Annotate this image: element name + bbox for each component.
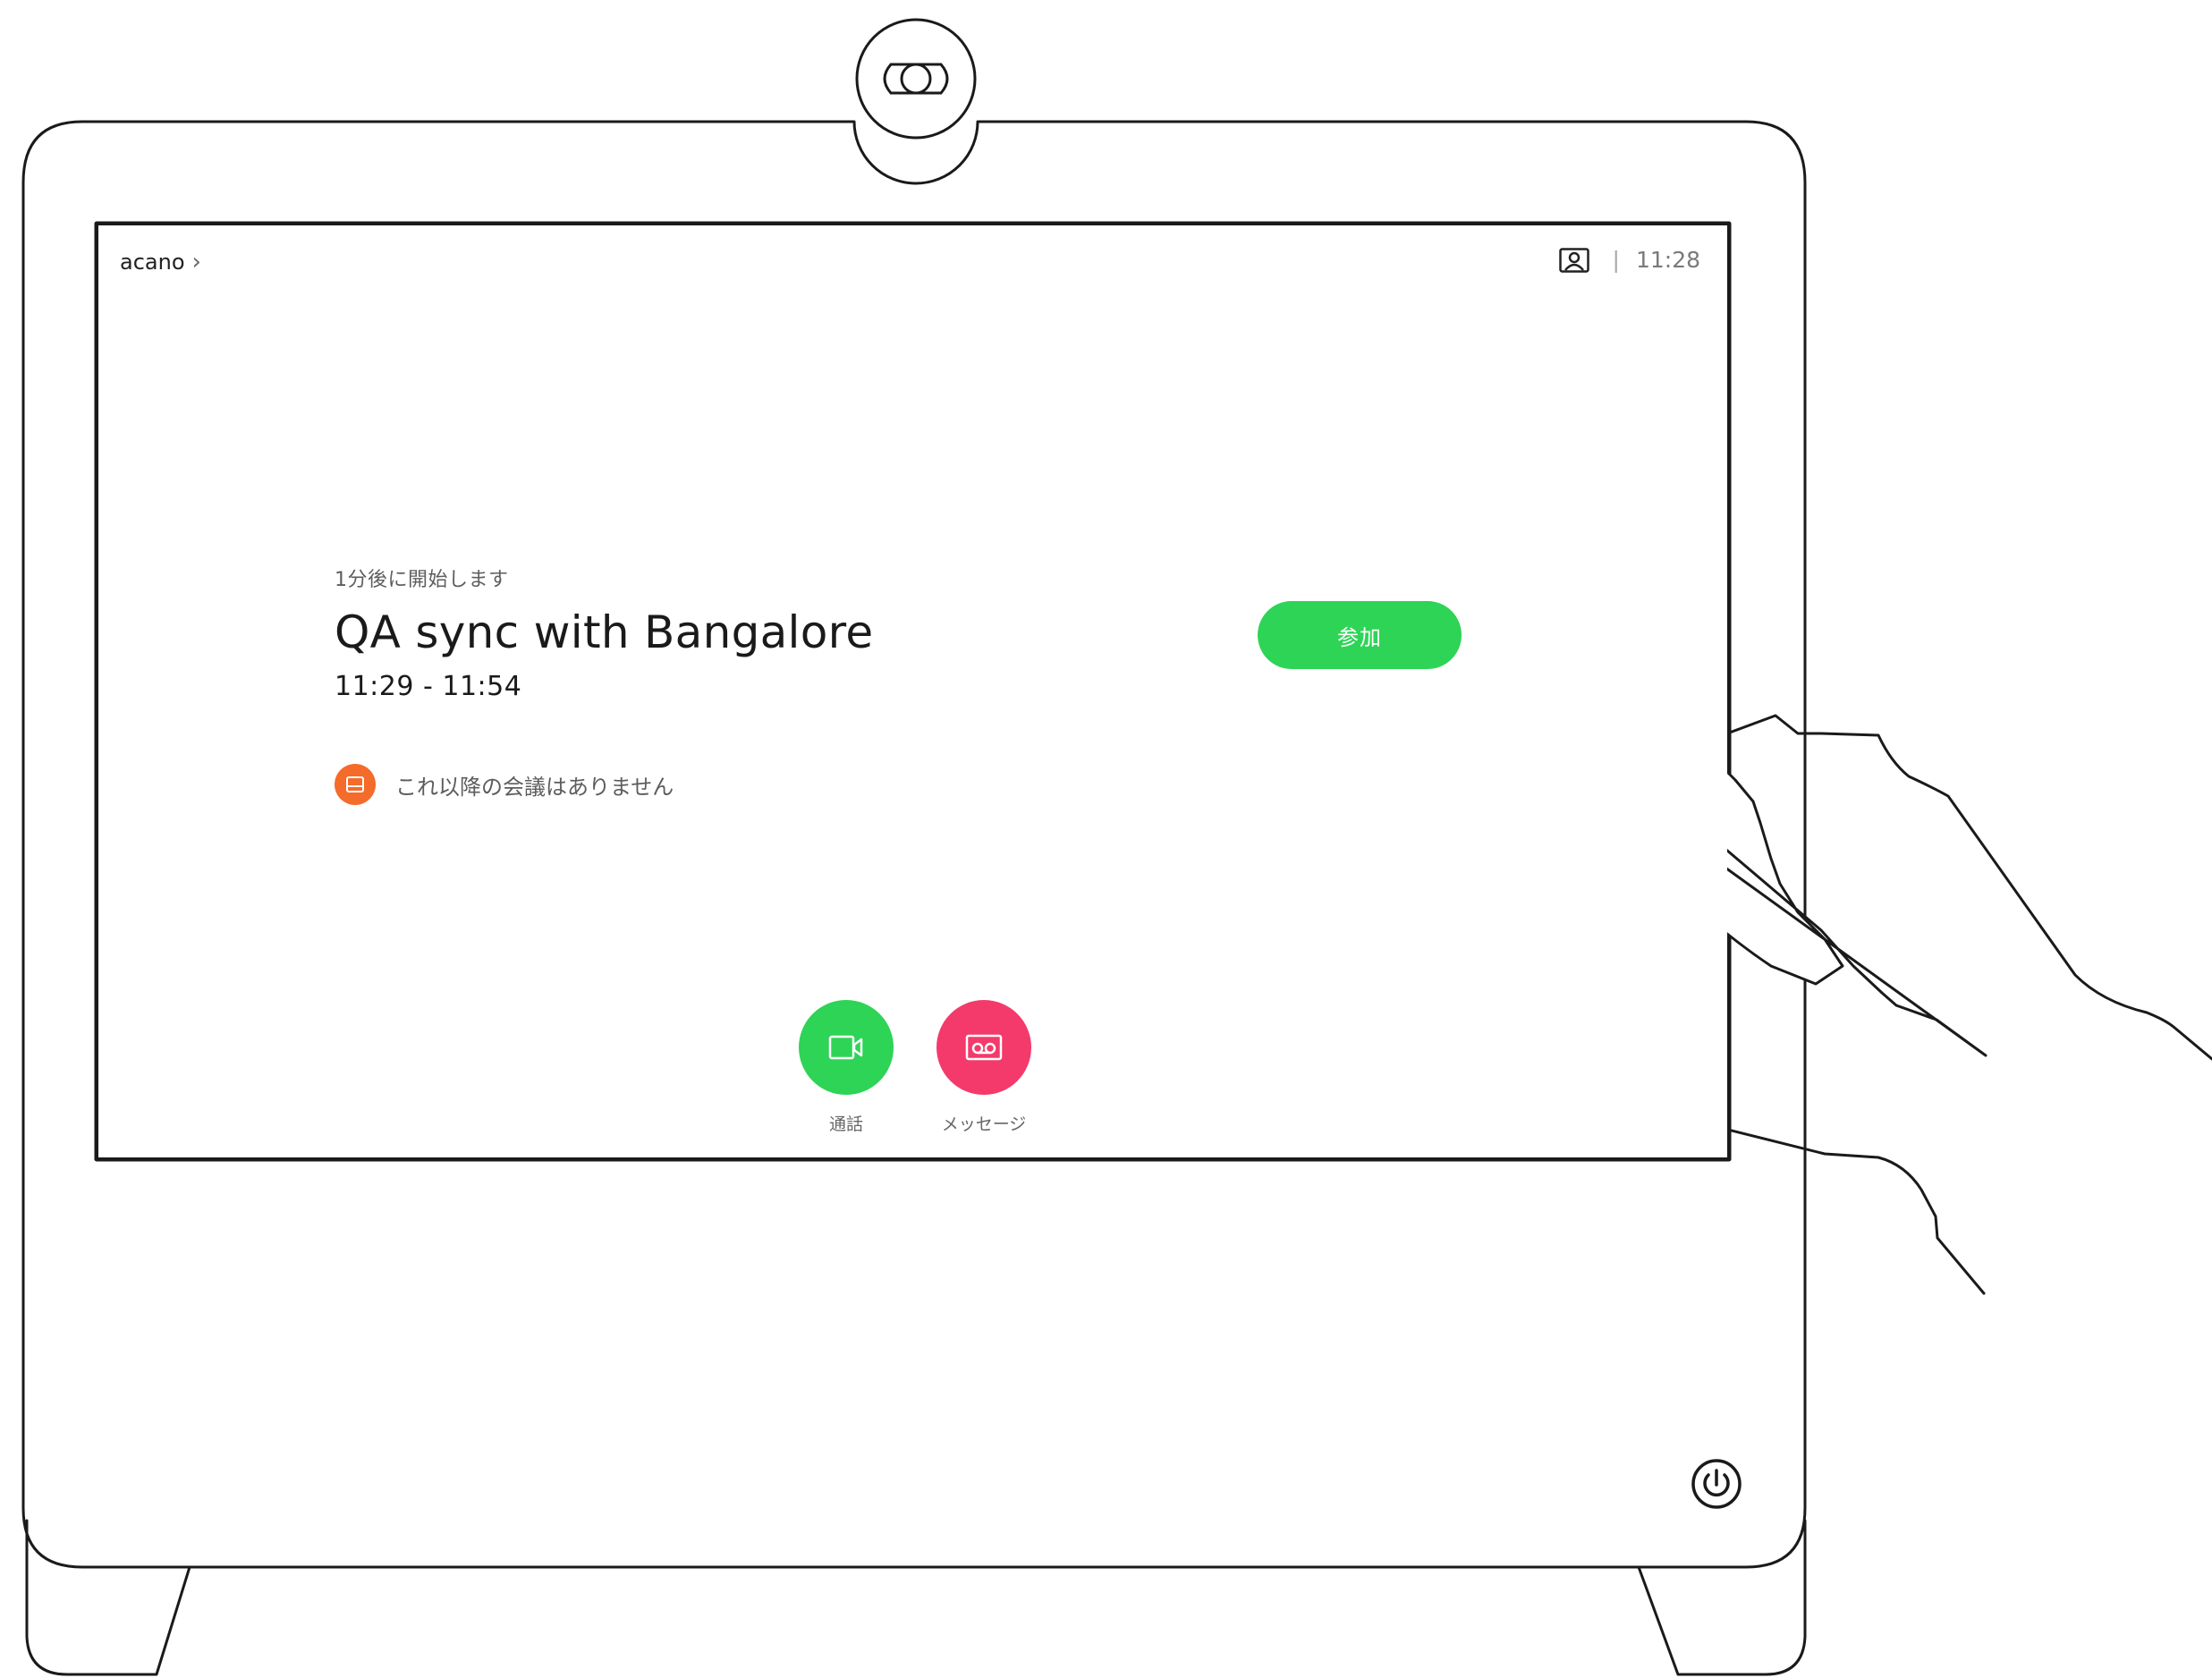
power-icon[interactable] — [1691, 1458, 1742, 1510]
message-label: メッセージ — [941, 1114, 1027, 1134]
meeting-time: 11:29 - 11:54 — [335, 671, 522, 702]
meeting-start-notice: 1分後に開始します — [335, 569, 509, 591]
right-leg — [1637, 1519, 1807, 1676]
camera-icon — [855, 18, 977, 140]
video-camera-icon — [828, 1035, 863, 1060]
voicemail-icon — [965, 1034, 1003, 1061]
join-button[interactable]: 参加 — [1258, 601, 1462, 669]
no-more-meetings-text: これ以降の会議はありません — [395, 774, 674, 800]
location-label: acano — [120, 250, 185, 275]
meeting-card: 1分後に開始します QA sync with Bangalore 11:29 -… — [335, 564, 1050, 702]
status-separator: | — [1612, 247, 1620, 273]
no-more-meetings-row: これ以降の会議はありません — [335, 764, 674, 805]
self-view-icon[interactable] — [1558, 247, 1589, 273]
device-screen: acano › | 11:28 1分後に開始します QA sync with B… — [98, 225, 1727, 1157]
call-label: 通話 — [828, 1114, 863, 1134]
call-button[interactable] — [799, 1000, 894, 1095]
message-action[interactable]: メッセージ — [935, 1000, 1033, 1135]
calendar-icon — [335, 764, 376, 805]
location-breadcrumb[interactable]: acano › — [120, 249, 201, 275]
chevron-right-icon: › — [191, 249, 201, 275]
left-leg — [25, 1519, 191, 1676]
clock: 11:28 — [1635, 247, 1700, 273]
call-action[interactable]: 通話 — [797, 1000, 895, 1135]
meeting-title: QA sync with Bangalore — [335, 606, 874, 658]
message-button[interactable] — [936, 1000, 1031, 1095]
status-bar: | 11:28 — [1558, 247, 1700, 273]
